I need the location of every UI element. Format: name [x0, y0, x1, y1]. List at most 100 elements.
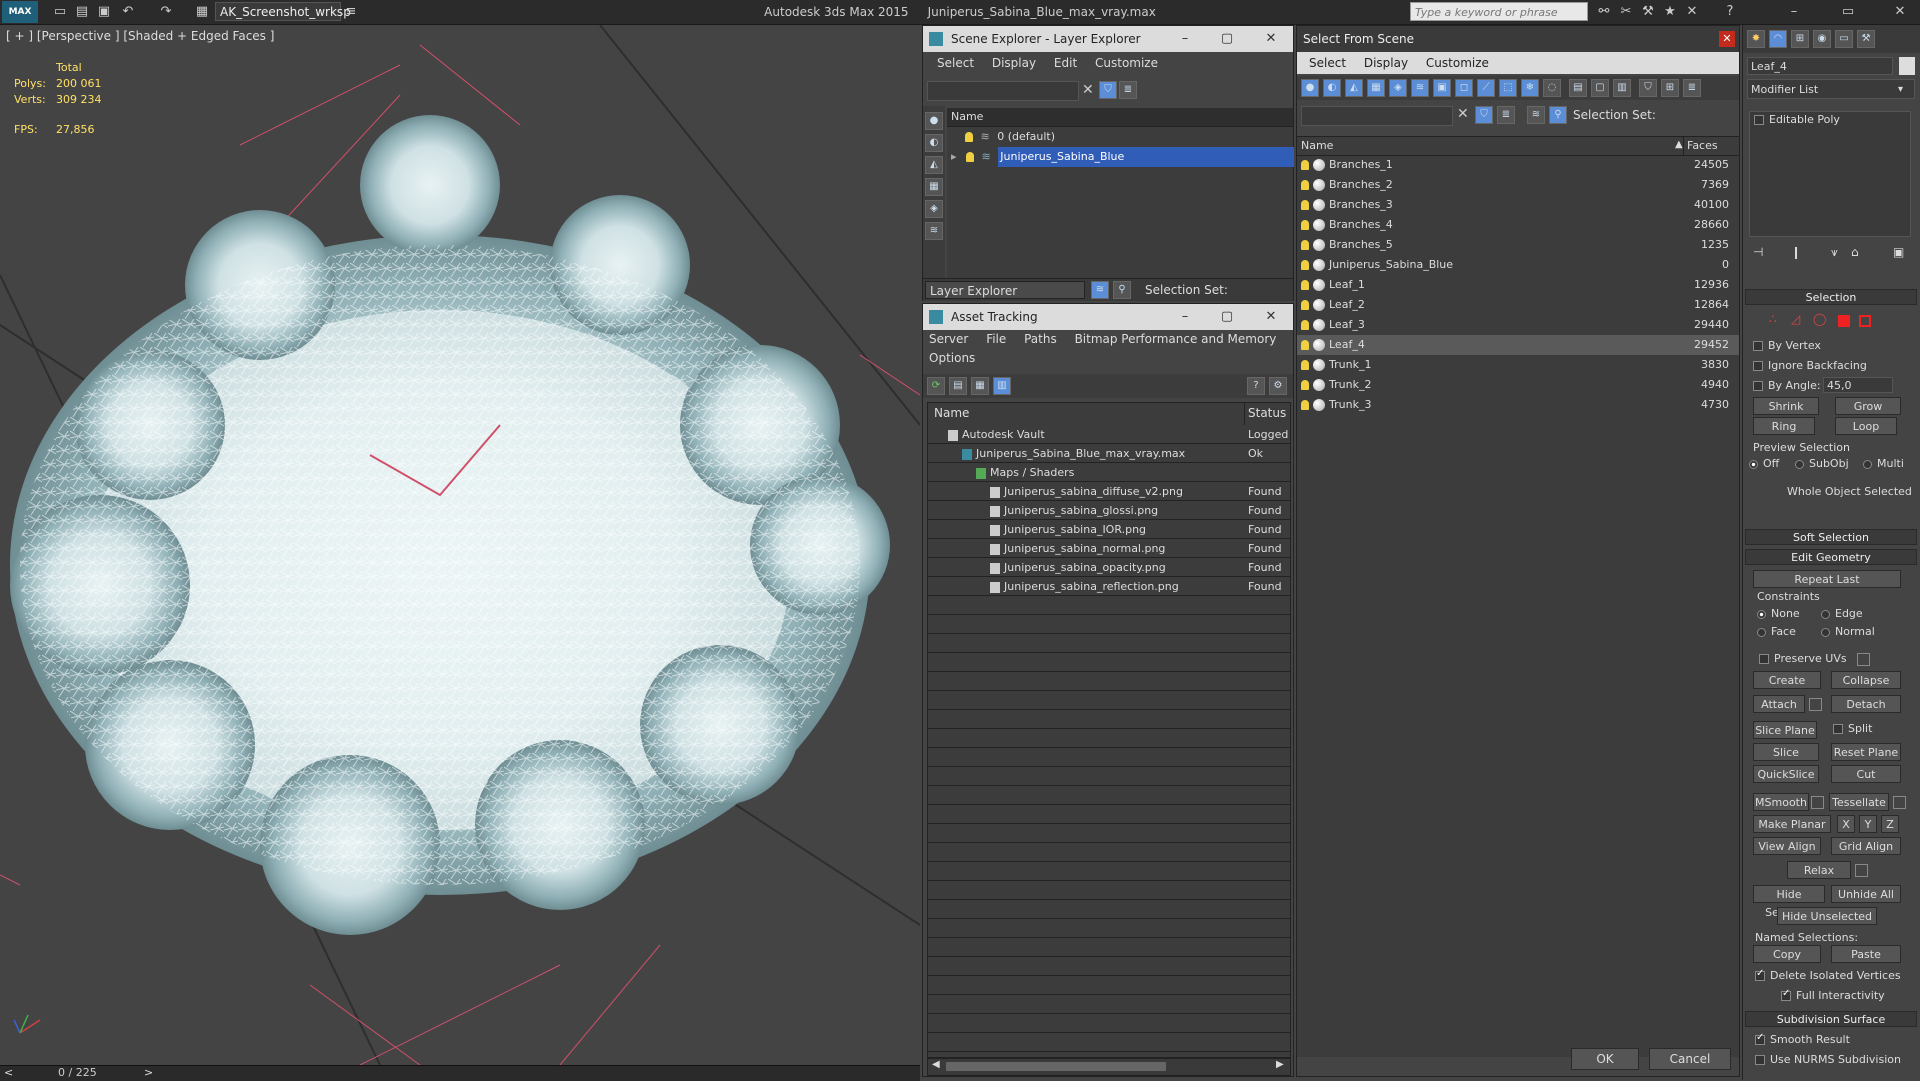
hide-selected-button[interactable]: Hide Selected [1753, 885, 1825, 919]
display-helpers-icon[interactable]: ◈ [925, 200, 943, 218]
containers-filter-icon[interactable]: ⬚ [1499, 79, 1517, 97]
save-icon[interactable]: ▣ [96, 4, 112, 20]
menu-edit[interactable]: Edit [1054, 56, 1077, 70]
polygon-mode-icon[interactable] [1838, 315, 1850, 327]
hierarchy-icon[interactable]: ⊞ [1661, 79, 1679, 97]
scene-object-row[interactable]: Trunk_3 4730 [1297, 395, 1739, 415]
detach-button[interactable]: Detach [1831, 695, 1901, 713]
layer-row[interactable]: ≋ 0 (default) [947, 127, 1293, 147]
lightbulb-icon[interactable] [1301, 200, 1309, 210]
chevron-down-icon[interactable]: ≡ [343, 4, 359, 20]
workspace-dropdown[interactable]: AK_Screenshot_wrksp [215, 2, 351, 21]
scene-object-row[interactable]: Branches_5 1235 [1297, 235, 1739, 255]
geometry-filter-icon[interactable]: ● [1301, 79, 1319, 97]
cameras-filter-icon[interactable]: ▦ [1367, 79, 1385, 97]
paste-button[interactable]: Paste [1831, 945, 1901, 963]
edit-geometry-rollout[interactable]: Edit Geometry [1745, 549, 1917, 565]
lightbulb-icon[interactable] [1301, 400, 1309, 410]
ignore-backfacing-checkbox[interactable]: Ignore Backfacing [1753, 359, 1867, 372]
subdivision-surface-rollout[interactable]: Subdivision Surface [1745, 1011, 1917, 1027]
menu-display[interactable]: Display [992, 56, 1036, 70]
lightbulb-icon[interactable] [1301, 180, 1309, 190]
display-geometry-icon[interactable]: ● [925, 112, 943, 130]
element-mode-icon[interactable] [1859, 315, 1871, 327]
hide-unselected-button[interactable]: Hide Unselected [1777, 907, 1877, 925]
selection-rollout[interactable]: Selection [1745, 289, 1917, 305]
prev-frame-icon[interactable]: < [4, 1066, 13, 1079]
table-view-icon[interactable]: ▥ [993, 377, 1011, 395]
split-checkbox[interactable]: Split [1833, 722, 1872, 735]
scene-object-row[interactable]: Leaf_1 12936 [1297, 275, 1739, 295]
make-unique-icon[interactable]: ⩛ [1831, 245, 1838, 260]
lightbulb-icon[interactable] [1301, 280, 1309, 290]
groups-filter-icon[interactable]: ▣ [1433, 79, 1451, 97]
menu-customize[interactable]: Customize [1426, 56, 1489, 70]
menu-display[interactable]: Display [1364, 56, 1408, 70]
planar-x-button[interactable]: X [1837, 815, 1855, 833]
layer-name-header[interactable]: Name [947, 108, 1293, 127]
expand-arrow-icon[interactable]: ▸ [951, 150, 957, 163]
find-filter-icon[interactable]: ⛉ [1475, 106, 1493, 124]
close-x-icon[interactable]: ✕ [1684, 4, 1700, 20]
remove-modifier-icon[interactable]: ⌂ [1851, 245, 1859, 259]
layers-icon[interactable]: ≋ [1527, 106, 1545, 124]
menu-bitmap-performance[interactable]: Bitmap Performance and Memory [1075, 332, 1277, 346]
cut-button[interactable]: Cut [1831, 765, 1901, 783]
keyword-search-input[interactable]: Type a keyword or phrase [1410, 2, 1588, 21]
asset-row[interactable]: Juniperus_sabina_opacity.png Found [928, 558, 1290, 577]
binoculars-icon[interactable]: ⚯ [1596, 4, 1612, 20]
scene-object-row[interactable]: Branches_4 28660 [1297, 215, 1739, 235]
explorer-type-dropdown[interactable]: Layer Explorer [925, 281, 1085, 299]
quickslice-button[interactable]: QuickSlice [1753, 765, 1819, 783]
modify-tab-icon[interactable]: ◠ [1769, 30, 1787, 48]
lightbulb-icon[interactable] [1301, 240, 1309, 250]
lightbulb-icon[interactable] [965, 132, 973, 142]
scene-object-row[interactable]: Leaf_3 29440 [1297, 315, 1739, 335]
settings-icon[interactable] [1809, 698, 1822, 711]
repeat-last-button[interactable]: Repeat Last [1753, 570, 1901, 588]
layer-mode-icon[interactable]: ≋ [1091, 281, 1109, 299]
time-slider[interactable]: < 0 / 225 > [0, 1065, 920, 1081]
edge-mode-icon[interactable]: ◿ [1791, 312, 1800, 326]
lightbulb-icon[interactable] [1301, 380, 1309, 390]
scroll-left-icon[interactable]: ◀ [932, 1059, 940, 1070]
scene-col-faces[interactable]: Faces [1687, 139, 1718, 152]
asset-tracking-titlebar[interactable]: Asset Tracking – ▢ ✕ [923, 304, 1293, 330]
next-frame-icon[interactable]: > [144, 1066, 153, 1079]
soft-selection-rollout[interactable]: Soft Selection [1745, 529, 1917, 545]
asset-row[interactable]: Juniperus_sabina_normal.png Found [928, 539, 1290, 558]
undo-icon[interactable]: ↶ [120, 4, 136, 20]
make-planar-button[interactable]: Make Planar [1753, 815, 1831, 833]
select-all-icon[interactable]: ▤ [1569, 79, 1587, 97]
loop-button[interactable]: Loop [1835, 417, 1897, 435]
settings-icon[interactable] [1811, 796, 1824, 809]
lightbulb-icon[interactable] [1301, 220, 1309, 230]
pin-stack-icon[interactable]: ⊣ [1753, 245, 1763, 259]
perspective-viewport[interactable]: [ + ] [Perspective ] [Shaded + Edged Fac… [0, 25, 920, 1065]
lights-filter-icon[interactable]: ◭ [1345, 79, 1363, 97]
hierarchy-mode-icon[interactable]: ⚲ [1549, 106, 1567, 124]
angle-spinner[interactable]: 45,0 [1823, 377, 1893, 393]
scene-object-row[interactable]: Trunk_1 3830 [1297, 355, 1739, 375]
configure-sets-icon[interactable]: ▣ [1893, 245, 1904, 259]
scene-object-row[interactable]: Branches_2 7369 [1297, 175, 1739, 195]
constraint-normal-radio[interactable]: Normal [1821, 625, 1875, 638]
maximize-icon[interactable]: ▢ [1205, 26, 1249, 52]
unhide-all-button[interactable]: Unhide All [1831, 885, 1901, 903]
help-icon[interactable]: ? [1722, 4, 1738, 20]
planar-z-button[interactable]: Z [1881, 815, 1899, 833]
view-align-button[interactable]: View Align [1753, 837, 1821, 855]
reset-plane-button[interactable]: Reset Plane [1831, 743, 1901, 761]
preview-multi-radio[interactable]: Multi [1863, 457, 1904, 470]
asset-row[interactable]: Juniperus_sabina_IOR.png Found [928, 520, 1290, 539]
scene-object-row[interactable]: Juniperus_Sabina_Blue 0 [1297, 255, 1739, 275]
menu-server[interactable]: Server [929, 332, 968, 346]
refresh-icon[interactable]: ⟳ [927, 377, 945, 395]
close-icon[interactable]: ✕ [1249, 304, 1293, 330]
ok-button[interactable]: OK [1571, 1048, 1639, 1070]
scene-search-input[interactable] [1301, 106, 1453, 126]
asset-row[interactable]: Juniperus_sabina_reflection.png Found [928, 577, 1290, 596]
lightbulb-icon[interactable] [1301, 300, 1309, 310]
preserve-uvs-checkbox[interactable]: Preserve UVs [1759, 652, 1847, 665]
hidden-filter-icon[interactable]: ◌ [1543, 79, 1561, 97]
